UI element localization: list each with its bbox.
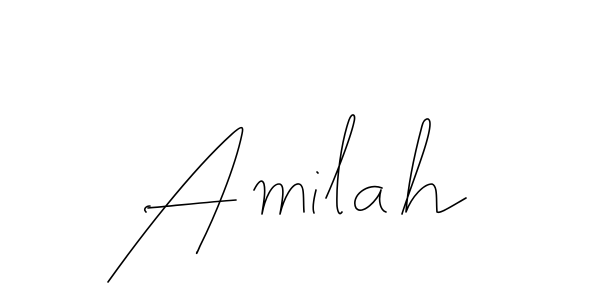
letter-a <box>354 185 387 213</box>
handwritten-signature <box>107 114 467 283</box>
letter-a-crossbar-hook <box>144 205 151 213</box>
letter-l <box>325 114 356 215</box>
signature-canvas <box>0 0 600 300</box>
letter-i-dot <box>316 171 319 174</box>
letter-i <box>312 189 317 214</box>
letter-a-crossbar <box>147 199 237 209</box>
letter-h <box>401 118 467 215</box>
letter-m <box>253 180 305 215</box>
